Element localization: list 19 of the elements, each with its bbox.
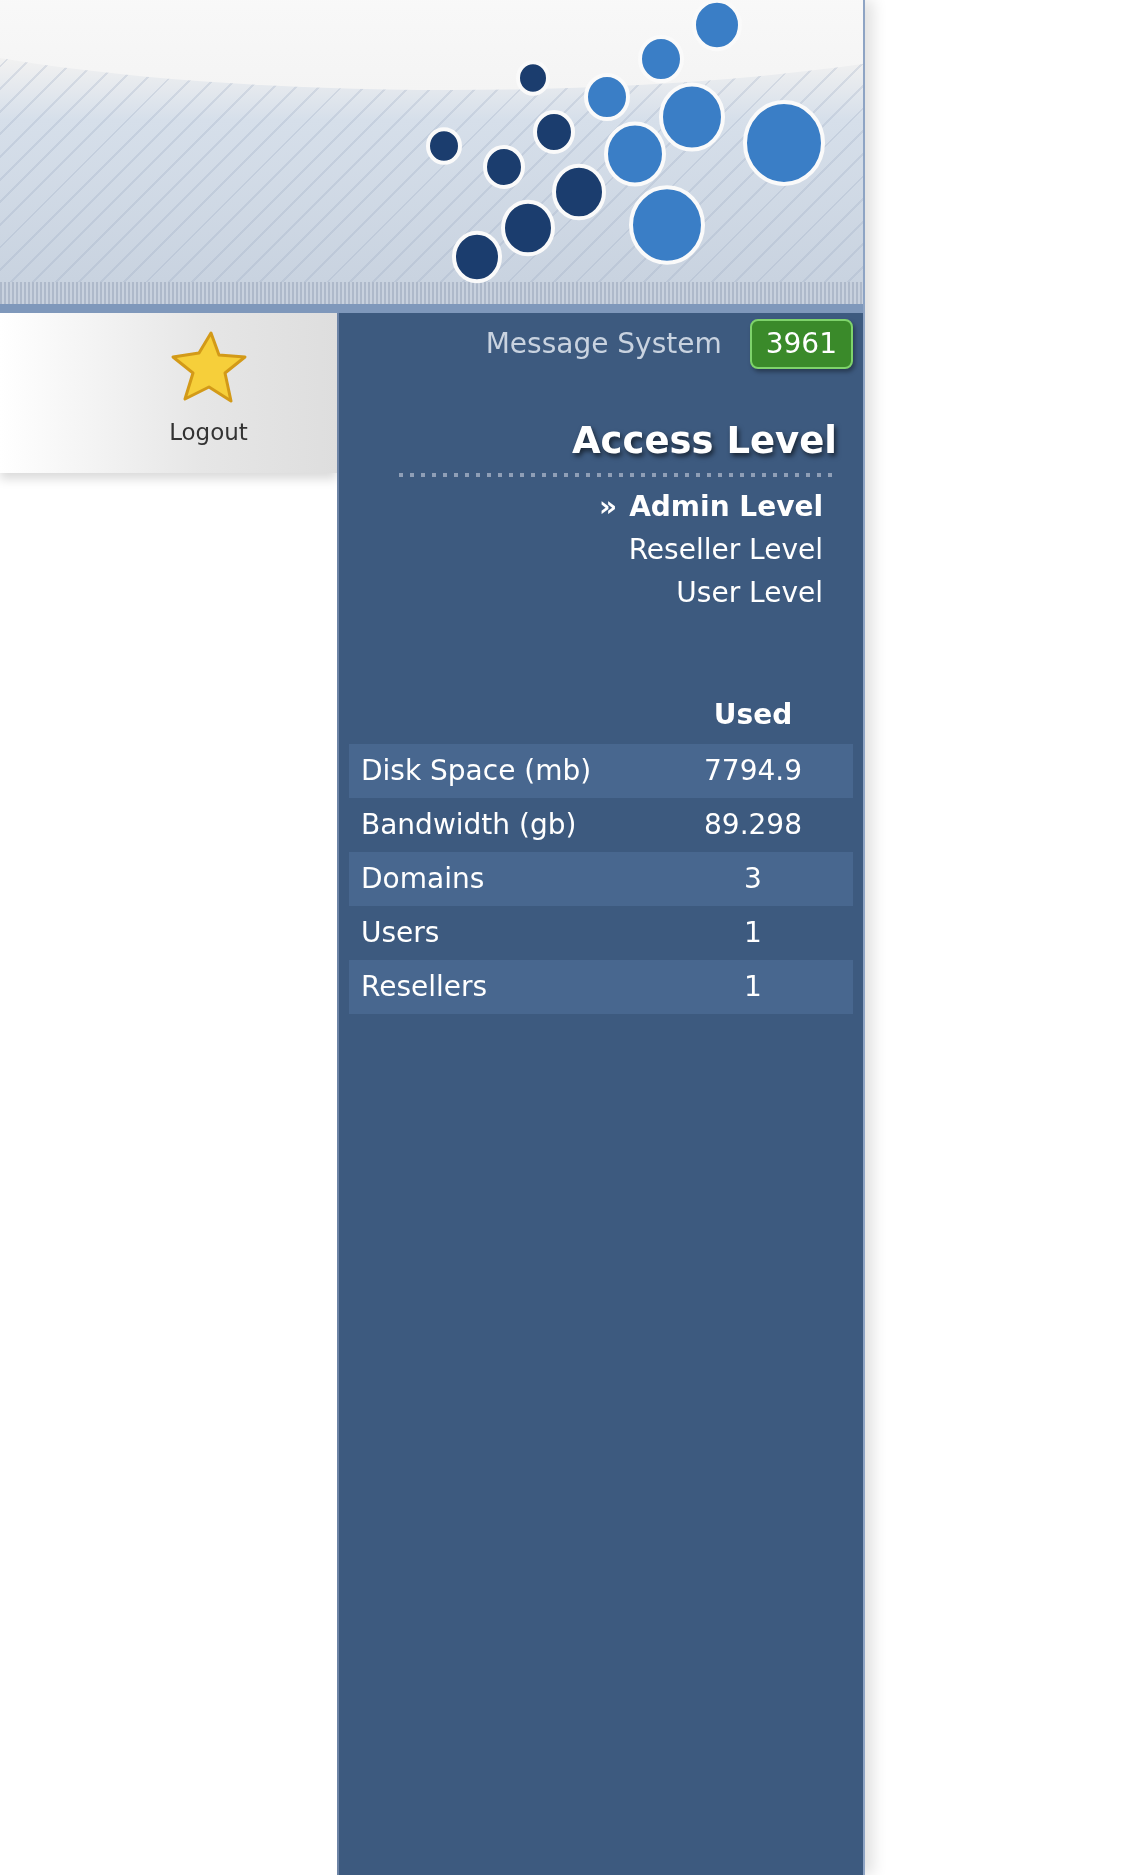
table-cell-text: 1: [743, 968, 763, 1005]
message-system-link[interactable]: Message System: [485, 323, 722, 365]
chevron-icon: »: [599, 484, 618, 528]
message-count-badge: 3961: [749, 319, 853, 369]
table-cell-text: Resellers: [360, 968, 489, 1005]
access-level-link[interactable]: Reseller Level: [628, 527, 823, 571]
table-cell-text: 1: [743, 914, 763, 951]
logout-link[interactable]: Logout: [169, 415, 248, 450]
access-level-link[interactable]: Admin Level: [629, 484, 823, 528]
table-cell-text: Domains: [360, 860, 486, 897]
table-cell-text: Bandwidth (gb): [360, 806, 578, 843]
table-cell-text: Disk Space (mb): [360, 752, 593, 789]
access-level-link[interactable]: User Level: [676, 570, 823, 614]
section-heading: Access Level: [570, 418, 837, 464]
table-cell-text: Users: [360, 914, 441, 951]
column-header: Used: [712, 696, 794, 733]
table-cell-text: 3: [743, 860, 763, 897]
table-cell-text: 89.298: [703, 806, 803, 843]
table-cell-text: 7794.9: [703, 752, 803, 789]
